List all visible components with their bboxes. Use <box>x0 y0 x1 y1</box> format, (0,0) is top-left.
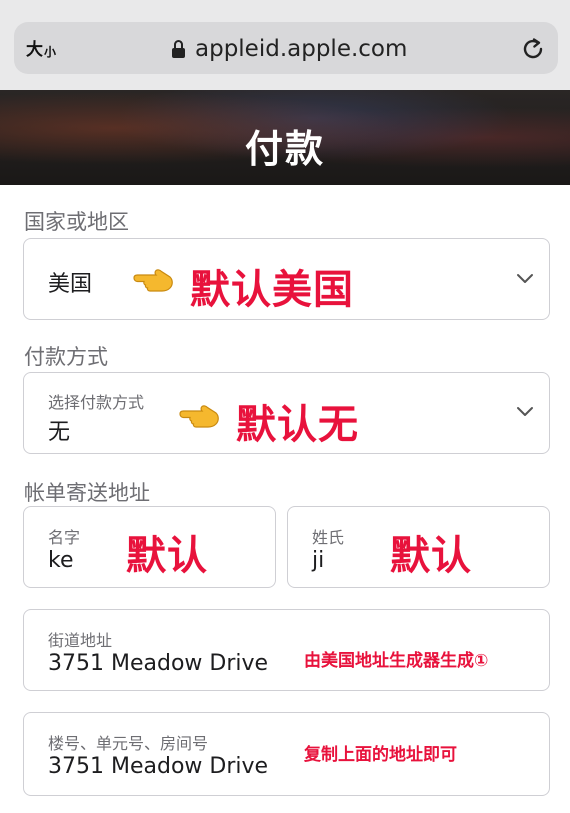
reload-icon[interactable] <box>520 36 546 62</box>
text-size-button[interactable]: 大小 <box>26 36 56 60</box>
page-title: 付款 <box>244 127 325 171</box>
unit-annotation: 复制上面的地址即可 <box>304 745 457 765</box>
street-address-value: 3751 Meadow Drive <box>48 651 269 676</box>
first-name-value: ke <box>48 548 74 573</box>
country-annotation: 默认美国 <box>190 267 354 313</box>
unit-caption: 楼号、单元号、房间号 <box>48 734 209 753</box>
country-value: 美国 <box>48 272 93 297</box>
lock-icon <box>172 40 185 58</box>
payment-annotation: 默认无 <box>236 402 359 448</box>
first-name-caption: 名字 <box>48 528 81 547</box>
url-display[interactable]: appleid.apple.com <box>172 34 407 64</box>
unit-value: 3751 Meadow Drive <box>48 754 269 779</box>
last-name-annotation: 默认 <box>390 533 472 579</box>
last-name-value: ji <box>312 548 325 573</box>
chevron-down-icon <box>517 274 533 283</box>
street-address-annotation: 由美国地址生成器生成① <box>304 651 489 671</box>
payment-section-label: 付款方式 <box>24 345 108 369</box>
chevron-down-icon <box>517 407 533 416</box>
last-name-caption: 姓氏 <box>312 528 345 547</box>
payment-method-caption: 选择付款方式 <box>48 393 145 412</box>
pointing-hand-icon <box>133 269 173 292</box>
first-name-annotation: 默认 <box>126 533 208 579</box>
text-size-label-large: 大 <box>26 40 43 60</box>
url-text: appleid.apple.com <box>195 36 408 62</box>
payment-method-value: 无 <box>48 420 71 445</box>
text-size-label-small: 小 <box>44 45 57 59</box>
pointing-hand-icon <box>179 405 219 428</box>
billing-section-label: 帐单寄送地址 <box>24 481 150 505</box>
country-section-label: 国家或地区 <box>24 210 129 234</box>
street-address-caption: 街道地址 <box>48 631 113 650</box>
